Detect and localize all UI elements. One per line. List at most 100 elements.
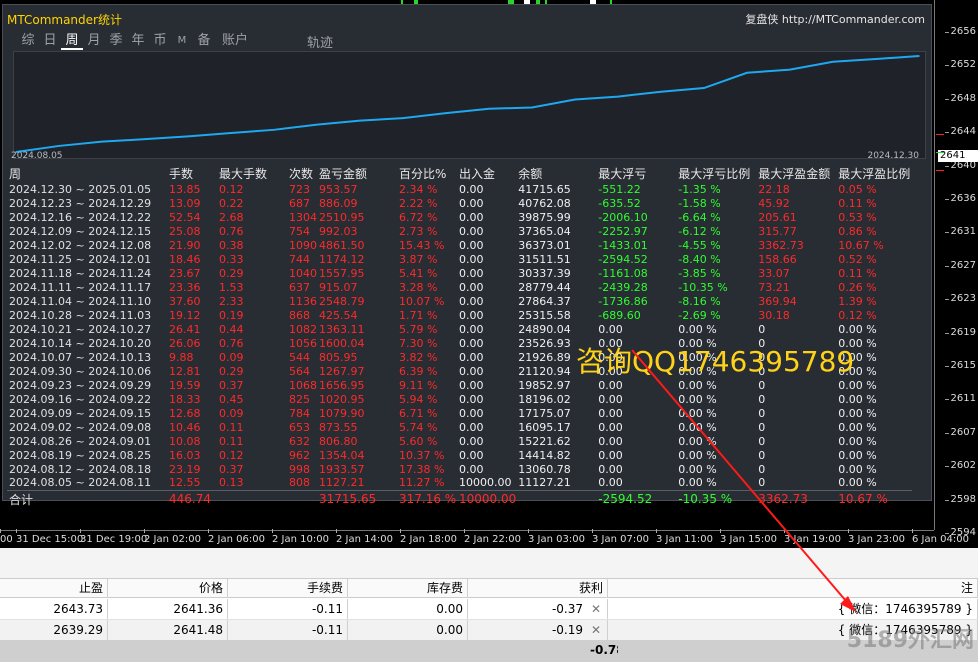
stats-cell: 25315.58 [518,308,571,322]
stats-cell: 0 [758,392,766,406]
stats-cell: 2024.08.19 ~ 2024.08.25 [9,448,152,462]
tab-1[interactable]: 日 [39,32,61,50]
stats-row: 2024.09.16 ~ 2024.09.22 18.33 0.45 825 1020.… [7,392,912,406]
orders-col-header[interactable]: 注 [608,579,978,597]
stats-cell: 18.33 [169,392,201,406]
stats-cell: 0.00 % [838,322,877,336]
tab-8[interactable]: 备 [193,32,215,50]
stats-row: 2024.08.12 ~ 2024.08.18 23.19 0.37 998 1933.… [7,462,912,476]
stats-cell: 0.00 [459,252,484,266]
order-cell: -0.11 [228,620,348,640]
price-scale[interactable]: 2656 2652 2648 2644 2640 2636 2631 2627 2623 2619… [934,0,978,538]
stats-cell: 0 [758,378,766,392]
stats-cell: 0.00 [598,462,623,476]
stats-row: 2024.12.02 ~ 2024.12.08 21.90 0.38 1090 4861… [7,238,912,252]
stats-cell: 11127.21 [518,476,571,490]
stats-cell: 205.61 [758,210,797,224]
stats-cell: 0.00 % [678,322,717,336]
stats-cell: 2024.09.09 ~ 2024.09.15 [9,406,152,420]
stats-cell: 2024.12.02 ~ 2024.12.08 [9,238,152,252]
orders-col-header[interactable]: 手续费 [228,579,348,597]
tab-4[interactable]: 季 [105,32,127,50]
tab-6[interactable]: 币 [149,32,171,50]
stats-cell: -2252.97 [598,224,648,238]
site-watermark: 5189外汇网 [846,628,974,653]
stats-cell: 0.00 % [838,476,877,490]
orders-col-header[interactable]: 止盈 [0,579,108,597]
stats-cell: 10.46 [169,420,201,434]
close-order-icon[interactable]: ✕ [589,599,603,619]
equity-point [531,106,533,109]
stats-cell: 3.82 % [399,350,438,364]
tab-3[interactable]: 月 [83,32,105,50]
tab-7[interactable]: M [171,32,193,50]
stats-cell: 2024.11.11 ~ 2024.11.17 [9,280,152,294]
order-cell: 2641.48 [108,620,228,640]
stats-cell: -6.64 % [678,210,721,224]
stats-cell: -2006.10 [598,210,648,224]
stats-cell: 0.00 [459,182,484,196]
stats-cell: 1020.95 [319,392,365,406]
stats-cell: 0.52 % [838,252,877,266]
stats-cell: 2024.12.16 ~ 2024.12.22 [9,210,152,224]
stats-cell: 39875.99 [518,210,571,224]
stats-cell: 16.03 [169,448,201,462]
orders-col-header[interactable]: 价格 [108,579,228,597]
stats-cell: 2024.10.28 ~ 2024.11.03 [9,308,152,322]
stats-cell: 0.12 % [838,308,877,322]
tab-9[interactable]: 账户 [215,32,255,50]
stats-cell: 24890.04 [518,322,571,336]
stats-cell: 1267.97 [319,364,365,378]
tab-5[interactable]: 年 [127,32,149,50]
stats-col-header: 余额 [518,167,543,181]
time-tick: 6 Jan 04:00 [912,529,969,545]
stats-cell: 0.00 [598,420,623,434]
stats-cell: 0.11 [219,434,244,448]
stats-cell: 0.00 [459,406,484,420]
equity-point [359,119,361,122]
stats-total-cell: 3362.73 [756,489,837,508]
panel-site-link[interactable]: 复盘侠 http://MTCommander.com [745,11,925,27]
stats-cell: 0.00 [459,336,484,350]
stats-cell: 2024.12.09 ~ 2024.12.15 [9,224,152,238]
tab-0[interactable]: 综 [17,32,39,50]
stats-total-cell: 10.67 % [836,489,913,508]
stats-cell: 369.94 [758,294,797,308]
equity-point [144,138,146,140]
close-order-icon[interactable]: ✕ [589,620,603,640]
period-tabs: 综日周月季年币 M 备账户 [17,32,255,50]
stats-cell: 10000.00 [459,476,512,490]
price-tick: 2656 [944,26,976,37]
stats-cell: 0.00 % [838,420,877,434]
stats-cell: 52.54 [169,210,201,224]
stats-cell: 23.67 [169,266,201,280]
order-row[interactable]: 2639.29 2641.48 -0.11 0.00 -0.19 ✕{ 微信：174639… [0,620,978,641]
stats-col-header: 出入金 [459,167,496,181]
stats-cell: 3362.73 [758,238,804,252]
stats-cell: 0.00 [598,448,623,462]
stats-total-cell: 10000.00 [457,489,517,508]
stats-cell: 0 [758,462,766,476]
stats-cell: 25.08 [169,224,201,238]
stats-cell: 2024.09.30 ~ 2024.10.06 [9,364,152,378]
stats-cell: 2024.10.07 ~ 2024.10.13 [9,350,152,364]
orders-panel: 止盈 价格 手续费 库存费 获利注 2643.73 2641.36 -0.11 0.00 -0.… [0,548,978,665]
stats-cell: 10.08 [169,434,201,448]
equity-point [187,135,189,138]
stats-cell: 0 [758,322,766,336]
equity-point [230,132,232,134]
stats-row: 2024.11.25 ~ 2024.12.01 18.46 0.33 744 1174.… [7,252,912,266]
stats-cell: 16095.17 [518,420,571,434]
orders-col-header[interactable]: 获利 [468,579,608,597]
equity-point [574,98,576,101]
stats-cell: 0.00 [459,224,484,238]
order-profit: -0.37 [551,602,583,616]
tab-2[interactable]: 周 [61,32,83,50]
stats-cell: 5.60 % [399,434,438,448]
tab-track[interactable]: 轨迹 [307,32,333,51]
stats-cell: -635.52 [598,196,641,210]
current-price-tag: 2641 [938,150,978,162]
order-row[interactable]: 2643.73 2641.36 -0.11 0.00 -0.37 ✕{ 微信：174639… [0,599,978,620]
stats-cell: 1174.12 [319,252,365,266]
orders-col-header[interactable]: 库存费 [348,579,468,597]
